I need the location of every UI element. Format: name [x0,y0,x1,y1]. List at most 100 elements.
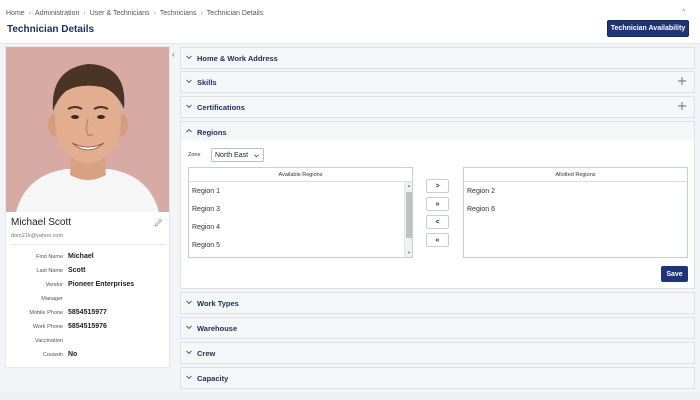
field-vendor: Vendor Pioneer Enterprises [6,280,171,292]
chevron-down-icon [186,55,192,60]
section-title: Skills [197,77,217,87]
list-item[interactable]: Region 2 [464,182,687,200]
breadcrumb-separator: › [28,10,32,17]
divider [11,244,166,245]
section-skills[interactable]: Skills [180,71,695,93]
list-item[interactable]: Region 4 [189,218,412,236]
breadcrumb-administration[interactable]: Administration [35,10,79,17]
field-first-name: First Name Michael [6,252,171,264]
chevron-down-icon [186,350,192,355]
section-header[interactable]: Home & Work Address [181,48,694,68]
field-value: Michael [68,253,94,260]
scroll-thumb[interactable] [406,192,412,238]
breadcrumb-separator: › [83,10,86,17]
list-item[interactable]: Region 6 [464,200,687,218]
section-header[interactable]: Capacity [181,368,694,388]
section-certifications[interactable]: Certifications [180,96,695,118]
field-label: Mobile Phone [29,310,63,316]
chevron-down-icon [186,300,192,305]
page-footer-strip [0,392,700,400]
section-header[interactable]: Crew [181,343,694,363]
chevron-down-icon [186,375,192,380]
collapse-sidebar-icon[interactable]: ‹ [172,50,175,59]
regions-panel: Zone North East Available Regions Region… [180,141,695,289]
move-all-right-button[interactable]: » [426,197,449,211]
field-value: Pioneer Enterprises [68,281,135,288]
section-title: Warehouse [197,323,238,333]
technician-name: Michael Scott [11,217,72,228]
section-crew[interactable]: Crew [180,342,695,364]
list-item[interactable]: Region 3 [189,200,412,218]
pencil-icon[interactable] [154,218,163,227]
chevron-down-icon [186,104,192,109]
breadcrumb-separator: › [200,10,203,17]
field-mobile-phone: Mobile Phone 5854515977 [6,308,171,320]
section-warehouse[interactable]: Warehouse [180,317,695,339]
field-label: Vendor [45,282,63,288]
chevron-down-icon [254,154,259,158]
breadcrumb: Home › Administration › User & Technicia… [6,10,263,17]
field-work-phone: Work Phone 5854515976 [6,322,171,334]
breadcrumb-home[interactable]: Home [6,10,25,17]
section-title: Regions [197,127,227,137]
field-label: Vaccination [34,338,63,344]
field-value: Scott [68,267,86,274]
zone-label: Zone [188,152,201,158]
section-title: Crew [197,348,216,358]
section-regions[interactable]: Regions [180,121,695,143]
section-header[interactable]: Regions [181,122,694,142]
chevron-down-icon [186,79,192,84]
breadcrumb-users-technicians[interactable]: User & Technicians [90,10,150,17]
section-title: Work Types [197,298,239,308]
field-label: First Name [36,254,63,260]
field-couaxin: Couaxin No [6,350,171,362]
field-manager: Manager [6,294,171,306]
move-right-button[interactable]: > [426,179,449,193]
chevron-down-icon [186,325,192,330]
breadcrumb-separator: › [153,10,156,17]
page-title: Technician Details [7,24,95,35]
field-label: Couaxin [42,352,63,358]
plus-icon[interactable] [677,76,687,86]
section-header[interactable]: Skills [181,72,694,92]
allotted-regions-header: Allotted Regions [464,168,687,182]
technician-email: dom21k@yahoo.com [11,233,64,239]
section-title: Capacity [197,373,229,383]
field-value: 5854515976 [68,323,107,330]
technician-availability-button[interactable]: Technician Availability [607,20,689,37]
chevron-up-icon[interactable]: ^ [682,9,685,16]
section-title: Home & Work Address [197,53,278,63]
zone-value: North East [215,151,249,159]
plus-icon[interactable] [677,101,687,111]
section-header[interactable]: Work Types [181,293,694,313]
field-label: Work Phone [32,324,63,330]
move-all-left-button[interactable]: « [426,233,449,247]
save-button[interactable]: Save [661,266,688,282]
field-label: Manager [41,296,63,302]
section-capacity[interactable]: Capacity [180,367,695,389]
list-item[interactable]: Region 1 [189,182,412,200]
breadcrumb-technician-details: Technician Details [206,10,264,17]
field-value: No [68,351,78,358]
zone-select[interactable]: North East [211,148,264,162]
section-header[interactable]: Warehouse [181,318,694,338]
section-work-types[interactable]: Work Types [180,292,695,314]
breadcrumb-technicians[interactable]: Technicians [160,10,197,17]
allotted-regions-list[interactable]: Allotted Regions Region 2 Region 6 [463,167,688,258]
list-item[interactable]: Region 5 [189,236,412,254]
avatar-photo [6,47,169,212]
chevron-up-icon [186,128,192,133]
scroll-down-arrow-icon[interactable]: ▼ [406,250,412,256]
scrollbar[interactable]: ▲ ▼ [404,182,412,257]
top-bar: Home › Administration › User & Technicia… [0,0,700,44]
section-home-work-address[interactable]: Home & Work Address [180,47,695,69]
section-header[interactable]: Certifications [181,97,694,117]
field-value: 5854515977 [68,309,107,316]
scroll-up-arrow-icon[interactable]: ▲ [406,183,412,189]
profile-card: Michael Scott dom21k@yahoo.com First Nam… [5,46,170,368]
field-last-name: Last Name Scott [6,266,171,278]
section-title: Certifications [197,102,245,112]
move-left-button[interactable]: < [426,215,449,229]
available-regions-list[interactable]: Available Regions Region 1 Region 3 Regi… [188,167,413,258]
field-vaccination: Vaccination [6,336,171,348]
